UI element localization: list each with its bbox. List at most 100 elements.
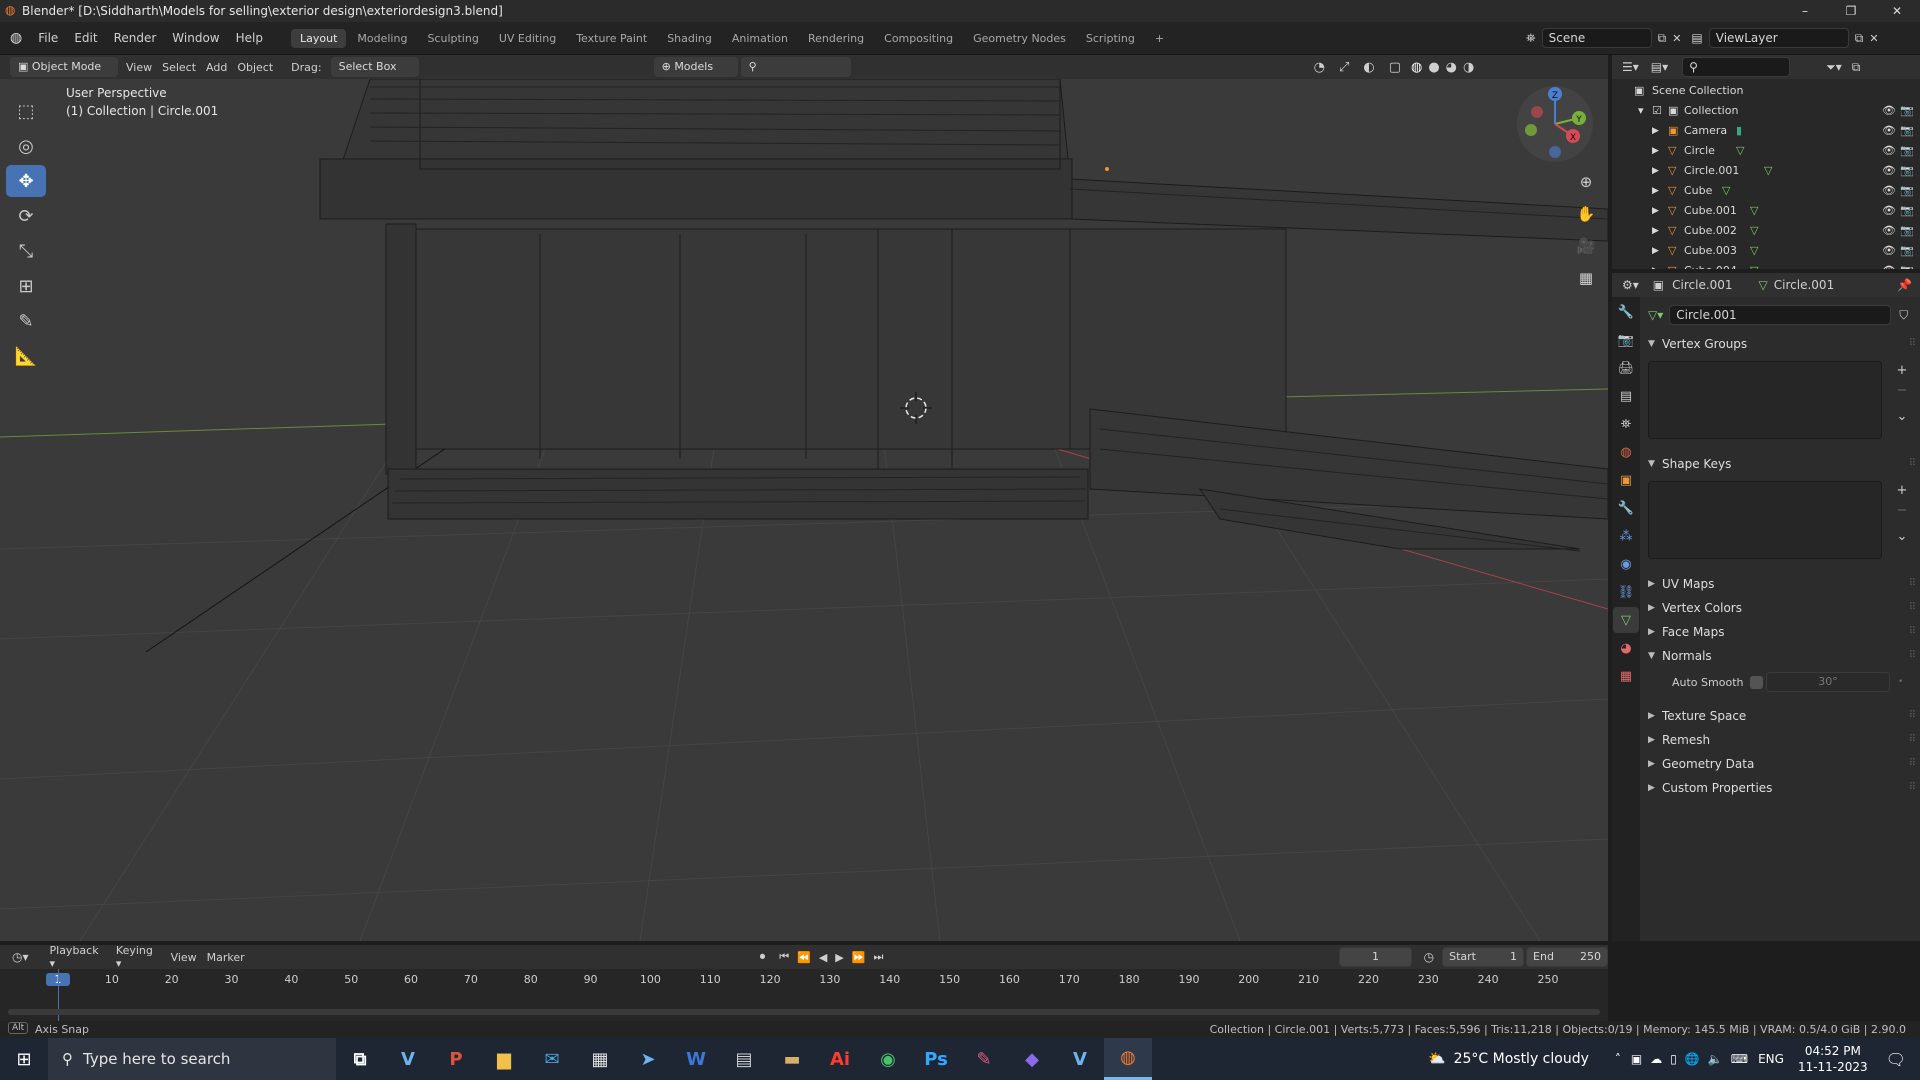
remove-scene-icon[interactable]: ✕ (1672, 32, 1681, 45)
keyboard-icon[interactable]: ⌨ (1731, 1052, 1748, 1066)
start-frame-field[interactable]: Start 1 (1442, 947, 1525, 967)
tab-layout[interactable]: Layout (290, 28, 347, 48)
move-tool[interactable]: ✥ (6, 165, 46, 197)
render-camera-icon[interactable]: 📷 (1900, 261, 1914, 269)
gizmo-toggle-icon[interactable]: ⤢ (1339, 60, 1349, 75)
chrome-icon[interactable]: ◉ (864, 1038, 912, 1080)
mail-icon[interactable]: ✉ (528, 1038, 576, 1080)
outliner-row-object[interactable]: ▶ ▽ Cube.002 ▽ 👁 📷 (1612, 221, 1920, 241)
xray-icon[interactable]: ▢ (1389, 60, 1401, 75)
render-camera-icon[interactable]: 📷 (1900, 121, 1914, 141)
add-shape-key-button[interactable]: + (1892, 483, 1912, 501)
modifier-tab-icon[interactable]: 🔧 (1613, 495, 1639, 521)
expand-arrow-icon[interactable]: ▶ (1652, 121, 1659, 141)
clock[interactable]: 04:52 PM 11-11-2023 (1798, 1043, 1868, 1075)
checkbox-icon[interactable]: ☑ (1652, 101, 1662, 121)
mesh-data-icon[interactable]: ▽ (1750, 201, 1758, 221)
mesh-data-icon[interactable]: ▽ (1750, 261, 1758, 269)
expand-arrow-icon[interactable]: ▶ (1652, 261, 1659, 269)
app-icon[interactable]: ◆ (1008, 1038, 1056, 1080)
render-camera-icon[interactable]: 📷 (1900, 201, 1914, 221)
notifications-icon[interactable]: 🗨 (1886, 1050, 1906, 1069)
expand-arrow-icon[interactable]: ▶ (1652, 141, 1659, 161)
navigation-gizmo[interactable]: Z Y X (1515, 84, 1595, 164)
eye-icon[interactable]: 👁 (1882, 261, 1896, 269)
jump-end-icon[interactable]: ⏭ (873, 950, 883, 964)
menu-render[interactable]: Render (106, 31, 165, 45)
editor-type-icon[interactable]: ☰▾ (1622, 60, 1639, 74)
material-shading-icon[interactable]: ◕ (1446, 60, 1457, 75)
pan-hand-icon[interactable]: ✋ (1572, 200, 1600, 228)
tab-modeling[interactable]: Modeling (348, 29, 416, 48)
render-camera-icon[interactable]: 📷 (1900, 141, 1914, 161)
eye-icon[interactable]: 👁 (1882, 201, 1896, 221)
scene-selector[interactable]: Scene (1541, 28, 1652, 48)
filter-icon[interactable]: ⏷▾ (1826, 60, 1842, 75)
outliner-row-scene-collection[interactable]: ▣ Scene Collection (1612, 81, 1920, 101)
world-tab-icon[interactable]: ◍ (1613, 439, 1639, 465)
cursor-tool[interactable]: ◎ (6, 130, 46, 162)
task-view-icon[interactable]: ⧉ (336, 1038, 384, 1080)
object-tab-icon[interactable]: ▣ (1613, 467, 1639, 493)
outliner-row-object[interactable]: ▶▽Cube.004▽👁📷 (1612, 261, 1920, 269)
minimize-button[interactable]: – (1782, 0, 1828, 22)
measure-tool[interactable]: 📐 (6, 340, 46, 372)
physics-tab-icon[interactable]: ◉ (1613, 551, 1639, 577)
close-button[interactable]: ✕ (1874, 0, 1920, 22)
eye-icon[interactable]: 👁 (1882, 101, 1896, 121)
fake-user-shield-icon[interactable]: ⛉ (1899, 308, 1908, 323)
eye-icon[interactable]: 👁 (1882, 121, 1896, 141)
keying-menu[interactable]: Keying ▾ (111, 944, 166, 970)
outliner-row-object[interactable]: ▶ ▽ Cube ▽ 👁 📷 (1612, 181, 1920, 201)
app-icon[interactable]: ▬ (768, 1038, 816, 1080)
network-icon[interactable]: 🌐 (1685, 1052, 1700, 1066)
section-uv-maps[interactable]: ▶ UV Maps ⠿ (1640, 573, 1920, 595)
render-camera-icon[interactable]: 📷 (1900, 101, 1914, 121)
playback-menu[interactable]: Playback ▾ (45, 944, 111, 970)
tab-sculpting[interactable]: Sculpting (418, 29, 487, 48)
maximize-button[interactable]: ❐ (1828, 0, 1874, 22)
remove-viewlayer-icon[interactable]: ✕ (1869, 32, 1878, 45)
scene-tab-icon[interactable]: ⛯ (1613, 411, 1639, 437)
outliner-row-object[interactable]: ▶ ▽ Circle.001 ▽ 👁 📷 (1612, 161, 1920, 181)
display-mode-icon[interactable]: ▤▾ (1651, 60, 1668, 74)
wireframe-shading-icon[interactable]: ◍ (1411, 60, 1422, 75)
outliner-search[interactable]: ⚲ (1682, 57, 1791, 77)
drag-handle-icon[interactable]: ⠿ (1909, 597, 1916, 619)
transform-orientation-dropdown[interactable]: ⊕ Models (653, 57, 738, 77)
outliner-row-object[interactable]: ▶ ▽ Cube.003 ▽ 👁 📷 (1612, 241, 1920, 261)
search-field[interactable]: ⚲ (740, 57, 851, 77)
material-tab-icon[interactable]: ◕ (1613, 635, 1639, 661)
clock-icon[interactable]: ◷ (1424, 950, 1434, 964)
select-box-tool[interactable]: ⬚ (6, 95, 46, 127)
output-tab-icon[interactable]: 🖨 (1613, 355, 1639, 381)
remove-shape-key-button[interactable]: − (1892, 503, 1912, 521)
solid-shading-icon[interactable]: ● (1428, 60, 1439, 75)
vertex-group-specials-button[interactable]: ⌄ (1892, 409, 1912, 427)
pin-icon[interactable]: 📌 (1897, 278, 1912, 292)
view-layer-tab-icon[interactable]: ▤ (1613, 383, 1639, 409)
expand-arrow-icon[interactable]: ▶ (1652, 181, 1659, 201)
section-face-maps[interactable]: ▶ Face Maps ⠿ (1640, 621, 1920, 643)
outliner-row-collection[interactable]: ▾ ☑ ▣ Collection 👁 📷 (1612, 101, 1920, 121)
jump-start-icon[interactable]: ⏮ (779, 950, 789, 964)
texture-tab-icon[interactable]: ▦ (1613, 663, 1639, 689)
scale-tool[interactable]: ⤡ (6, 235, 46, 267)
tab-shading[interactable]: Shading (658, 29, 721, 48)
taskbar-search-box[interactable]: ⚲ Type here to search (48, 1038, 336, 1080)
tab-rendering[interactable]: Rendering (799, 29, 873, 48)
word-icon[interactable]: W (672, 1038, 720, 1080)
3d-viewport[interactable] (0, 79, 1608, 941)
illustrator-icon[interactable]: Ai (816, 1038, 864, 1080)
tab-geometry-nodes[interactable]: Geometry Nodes (964, 29, 1075, 48)
mesh-data-tab-icon[interactable]: ▽ (1613, 607, 1639, 633)
drag-handle-icon[interactable]: ⠿ (1909, 729, 1916, 751)
volume-icon[interactable]: 🔈 (1708, 1052, 1723, 1066)
render-camera-icon[interactable]: 📷 (1900, 241, 1914, 261)
eye-icon[interactable]: 👁 (1882, 161, 1896, 181)
menu-help[interactable]: Help (228, 31, 271, 45)
outliner-row-object[interactable]: ▶ ▣ Camera ▮ 👁 📷 (1612, 121, 1920, 141)
powerpoint-icon[interactable]: P (432, 1038, 480, 1080)
transform-tool[interactable]: ⊞ (6, 270, 46, 302)
eye-icon[interactable]: 👁 (1882, 221, 1896, 241)
